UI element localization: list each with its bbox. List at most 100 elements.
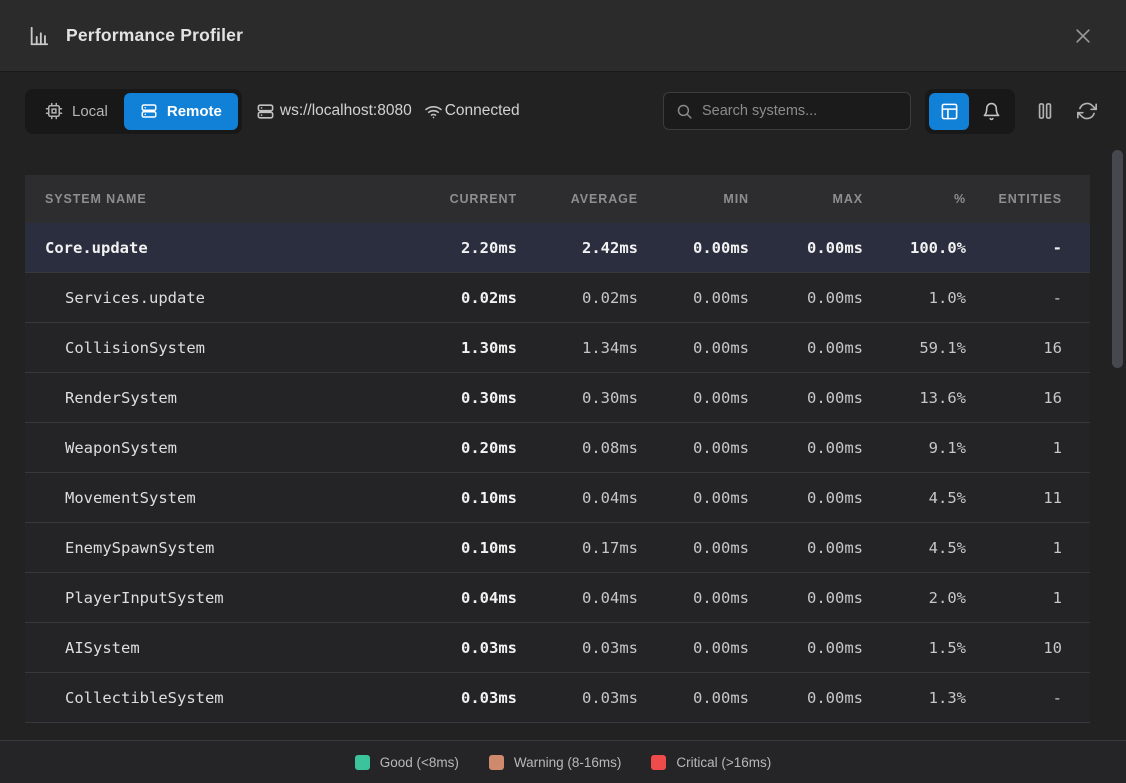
close-button[interactable]	[1068, 21, 1098, 51]
ws-url: ws://localhost:8080	[256, 102, 412, 121]
legend-label: Warning (8-16ms)	[514, 755, 622, 770]
table-row[interactable]: MovementSystem0.10ms0.04ms0.00ms0.00ms4.…	[25, 473, 1090, 523]
column-header-min: MIN	[638, 192, 749, 206]
mode-toggle: Local Remote	[25, 89, 242, 134]
max-cell: 0.00ms	[749, 639, 863, 657]
systems-table-body: Core.update2.20ms2.42ms0.00ms0.00ms100.0…	[25, 223, 1090, 723]
entities-cell: 10	[966, 639, 1090, 657]
server-icon	[256, 102, 278, 121]
min-cell: 0.00ms	[638, 589, 749, 607]
refresh-button[interactable]	[1073, 97, 1101, 125]
average-cell: 0.02ms	[517, 289, 638, 307]
entities-cell: 1	[966, 539, 1090, 557]
percent-cell: 1.5%	[863, 639, 966, 657]
entities-cell: 1	[966, 439, 1090, 457]
system-name-cell: RenderSystem	[25, 389, 407, 407]
remote-button[interactable]: Remote	[124, 93, 238, 130]
legend-item: Warning (8-16ms)	[489, 755, 622, 770]
profiler-window: Performance Profiler	[0, 0, 1126, 783]
max-cell: 0.00ms	[749, 239, 863, 257]
scrollbar-thumb[interactable]	[1112, 150, 1123, 368]
min-cell: 0.00ms	[638, 389, 749, 407]
entities-cell: 1	[966, 589, 1090, 607]
legend-swatch	[355, 755, 370, 770]
pause-icon	[1035, 101, 1055, 121]
average-cell: 0.30ms	[517, 389, 638, 407]
table-row[interactable]: RenderSystem0.30ms0.30ms0.00ms0.00ms13.6…	[25, 373, 1090, 423]
wifi-icon	[424, 102, 445, 121]
table-header: SYSTEM NAME CURRENT AVERAGE MIN MAX % EN…	[25, 175, 1090, 223]
entities-cell: 11	[966, 489, 1090, 507]
system-name-cell: CollisionSystem	[25, 339, 407, 357]
percent-cell: 100.0%	[863, 239, 966, 257]
max-cell: 0.00ms	[749, 389, 863, 407]
percent-cell: 1.0%	[863, 289, 966, 307]
page-title: Performance Profiler	[66, 25, 243, 46]
pause-button[interactable]	[1031, 97, 1059, 125]
average-cell: 2.42ms	[517, 239, 638, 257]
max-cell: 0.00ms	[749, 539, 863, 557]
titlebar: Performance Profiler	[0, 0, 1126, 72]
table-row[interactable]: CollectibleSystem0.03ms0.03ms0.00ms0.00m…	[25, 673, 1090, 723]
view-toggle-group	[925, 89, 1015, 134]
search-input[interactable]	[702, 103, 898, 119]
bell-icon	[982, 102, 1001, 121]
bar-chart-icon	[28, 25, 50, 47]
column-header-entities: ENTITIES	[966, 192, 1090, 206]
current-cell: 1.30ms	[407, 339, 517, 357]
max-cell: 0.00ms	[749, 339, 863, 357]
toolbar: Local Remote	[0, 72, 1126, 150]
current-cell: 0.02ms	[407, 289, 517, 307]
average-cell: 0.17ms	[517, 539, 638, 557]
table-row[interactable]: PlayerInputSystem0.04ms0.04ms0.00ms0.00m…	[25, 573, 1090, 623]
table-row[interactable]: CollisionSystem1.30ms1.34ms0.00ms0.00ms5…	[25, 323, 1090, 373]
column-header-average: AVERAGE	[517, 192, 638, 206]
system-name-cell: Core.update	[25, 239, 407, 257]
current-cell: 2.20ms	[407, 239, 517, 257]
legend-label: Critical (>16ms)	[676, 755, 771, 770]
content-area: SYSTEM NAME CURRENT AVERAGE MIN MAX % EN…	[0, 150, 1126, 740]
column-header-percent: %	[863, 192, 966, 206]
notifications-button[interactable]	[971, 93, 1011, 130]
current-cell: 0.10ms	[407, 489, 517, 507]
entities-cell: 16	[966, 389, 1090, 407]
table-view-button[interactable]	[929, 93, 969, 130]
min-cell: 0.00ms	[638, 489, 749, 507]
local-button[interactable]: Local	[29, 93, 124, 130]
cpu-icon	[45, 102, 63, 120]
legend-swatch	[489, 755, 504, 770]
ws-url-label: ws://localhost:8080	[280, 102, 412, 120]
current-cell: 0.30ms	[407, 389, 517, 407]
search-box	[663, 92, 911, 130]
min-cell: 0.00ms	[638, 539, 749, 557]
max-cell: 0.00ms	[749, 439, 863, 457]
table-row[interactable]: Core.update2.20ms2.42ms0.00ms0.00ms100.0…	[25, 223, 1090, 273]
search-icon	[676, 103, 693, 120]
system-name-cell: AISystem	[25, 639, 407, 657]
min-cell: 0.00ms	[638, 439, 749, 457]
average-cell: 0.04ms	[517, 489, 638, 507]
current-cell: 0.03ms	[407, 689, 517, 707]
min-cell: 0.00ms	[638, 289, 749, 307]
close-icon	[1073, 26, 1093, 46]
max-cell: 0.00ms	[749, 589, 863, 607]
system-name-cell: MovementSystem	[25, 489, 407, 507]
table-row[interactable]: WeaponSystem0.20ms0.08ms0.00ms0.00ms9.1%…	[25, 423, 1090, 473]
table-row[interactable]: EnemySpawnSystem0.10ms0.17ms0.00ms0.00ms…	[25, 523, 1090, 573]
average-cell: 0.03ms	[517, 689, 638, 707]
percent-cell: 59.1%	[863, 339, 966, 357]
refresh-icon	[1077, 101, 1097, 121]
max-cell: 0.00ms	[749, 289, 863, 307]
percent-cell: 9.1%	[863, 439, 966, 457]
connection-label: Connected	[445, 102, 520, 120]
table-row[interactable]: AISystem0.03ms0.03ms0.00ms0.00ms1.5%10	[25, 623, 1090, 673]
system-name-cell: EnemySpawnSystem	[25, 539, 407, 557]
min-cell: 0.00ms	[638, 339, 749, 357]
table-row[interactable]: Services.update0.02ms0.02ms0.00ms0.00ms1…	[25, 273, 1090, 323]
percent-cell: 13.6%	[863, 389, 966, 407]
connection-status: Connected	[424, 102, 520, 121]
current-cell: 0.04ms	[407, 589, 517, 607]
systems-table: SYSTEM NAME CURRENT AVERAGE MIN MAX % EN…	[25, 175, 1090, 723]
percent-cell: 1.3%	[863, 689, 966, 707]
legend-label: Good (<8ms)	[380, 755, 459, 770]
